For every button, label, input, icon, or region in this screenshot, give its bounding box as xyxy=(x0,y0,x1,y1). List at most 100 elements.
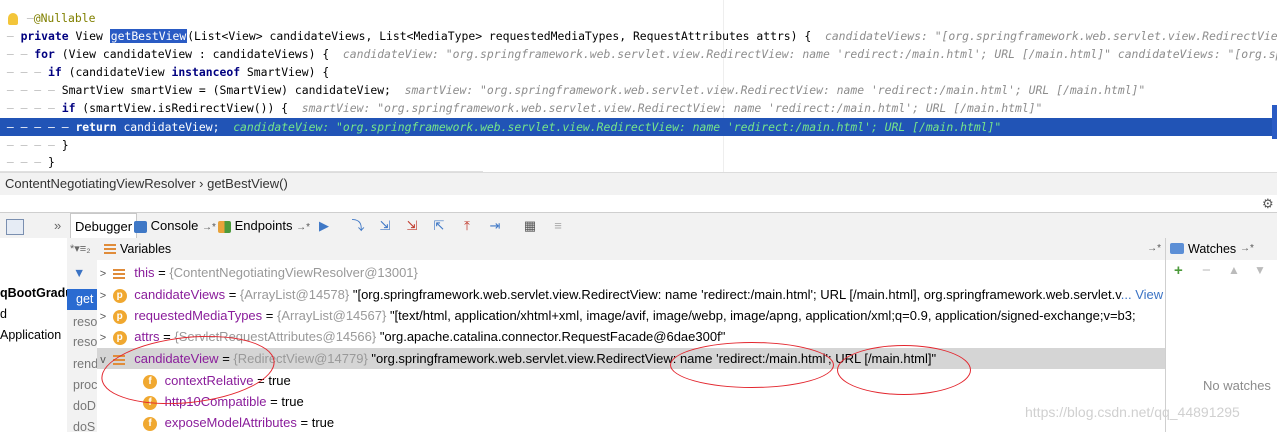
lightbulb-icon[interactable] xyxy=(8,12,18,25)
drop-frame-icon[interactable]: ⤒ xyxy=(459,218,475,234)
variable-value: "org.apache.catalina.connector.RequestFa… xyxy=(376,329,726,344)
variable-name: this xyxy=(134,265,155,280)
tab-console-label: Console xyxy=(150,218,199,233)
field-value: true xyxy=(268,373,291,388)
watches-icon xyxy=(1170,243,1184,254)
move-down-icon[interactable]: ▼ xyxy=(1254,263,1266,277)
view-link[interactable]: ... View xyxy=(1121,287,1163,302)
run-to-cursor-icon[interactable]: ⇥ xyxy=(487,218,503,234)
parameter-icon: p xyxy=(112,330,127,345)
expand-arrow-icon[interactable]: > xyxy=(97,286,109,307)
variable-row[interactable]: > p requestedMediaTypes = {ArrayList@145… xyxy=(97,305,1165,326)
spacer xyxy=(0,195,1277,212)
frame-item[interactable]: rend xyxy=(73,357,97,371)
watches-title: Watches xyxy=(1188,242,1237,256)
stack-frames: ▼ get reso reso rend proc doD doS xyxy=(67,260,97,432)
inline-debug-hint: candidateViews: "[org.springframework.we… xyxy=(824,29,1277,43)
frame-item[interactable]: reso xyxy=(73,335,97,349)
field-row[interactable]: f exposeModelAttributes = true xyxy=(97,412,1165,432)
frame-item[interactable]: Application xyxy=(0,328,61,342)
code-line-return-current: — — — — — return candidateView; candidat… xyxy=(0,118,1272,136)
inline-debug-hint: candidateView: "org.springframework.web.… xyxy=(233,120,1002,134)
step-into-icon[interactable]: ⇲ xyxy=(377,218,393,234)
frame-item[interactable]: proc xyxy=(73,378,97,392)
pin-icon[interactable]: →* xyxy=(202,222,216,233)
inline-debug-hint: smartView: "org.springframework.web.serv… xyxy=(404,83,1146,97)
endpoints-icon xyxy=(218,220,231,233)
equals: = xyxy=(262,308,277,323)
frame-item[interactable]: doD xyxy=(73,399,96,413)
move-up-icon[interactable]: ▲ xyxy=(1228,263,1240,277)
scrollbar-marker[interactable] xyxy=(1272,105,1277,139)
step-out-icon[interactable]: ⇱ xyxy=(431,218,447,234)
expand-arrow-icon[interactable]: > xyxy=(97,307,109,328)
evaluate-expression-icon[interactable]: ▦ xyxy=(522,218,538,234)
frame-item[interactable]: qBootGradu xyxy=(0,286,67,300)
params: (List<View> candidateViews, List<MediaTy… xyxy=(187,29,812,43)
pin-icon[interactable]: →* xyxy=(1240,238,1254,260)
chevron-more-icon[interactable]: » xyxy=(54,213,61,239)
code-line-cast: — — — — SmartView smartView = (SmartView… xyxy=(0,83,1146,97)
variable-type: {ArrayList@14567} xyxy=(277,308,387,323)
watermark-text: https://blog.csdn.net/qq_44891295 xyxy=(1025,404,1240,420)
expand-arrow-icon[interactable]: > xyxy=(97,264,109,285)
inline-debug-hint: candidateView: "org.springframework.web.… xyxy=(342,47,1277,61)
code-line-for: — — for (View candidateView : candidateV… xyxy=(0,45,1277,63)
code-text: (View candidateView : candidateViews) { xyxy=(54,47,330,61)
equals: = xyxy=(296,415,312,430)
tab-debugger-label: Debugger xyxy=(75,219,133,234)
code-editor[interactable]: —@Nullable — private View getBestView(Li… xyxy=(0,0,1277,172)
code-text: (smartView.isRedirectView()) { xyxy=(75,101,289,115)
variable-value: "[org.springframework.web.servlet.view.R… xyxy=(349,287,1121,302)
annotation-circle xyxy=(670,342,834,388)
frame-item[interactable]: doS xyxy=(73,420,95,432)
frame-item[interactable]: reso xyxy=(73,315,97,329)
code-text: SmartView smartView = (SmartView) candid… xyxy=(61,83,391,97)
tab-endpoints[interactable]: Endpoints →* xyxy=(218,213,310,239)
pin-icon[interactable]: →* xyxy=(296,222,310,233)
equals: = xyxy=(266,394,282,409)
breadcrumb[interactable]: ContentNegotiatingViewResolver › getBest… xyxy=(0,172,1277,195)
field-icon: f xyxy=(143,416,157,431)
trace-icon[interactable]: ≡ xyxy=(550,218,566,234)
variables-title: Variables xyxy=(120,242,172,256)
variable-value: "[text/html, application/xhtml+xml, imag… xyxy=(386,308,1136,323)
tab-debugger[interactable]: Debugger xyxy=(70,213,138,239)
gear-icon[interactable]: ⚙ xyxy=(1262,196,1274,212)
show-execution-point-icon[interactable]: ▶ xyxy=(316,218,332,234)
code-line-if-redirect: — — — — if (smartView.isRedirectView()) … xyxy=(0,101,1043,115)
watches-toolbar: + − ▲ ▼ xyxy=(1165,260,1277,284)
frames-dropdown-icon[interactable]: *▾≡₂ xyxy=(70,238,91,260)
code-line-close: — — — } xyxy=(0,155,55,169)
parameter-icon: p xyxy=(112,309,127,324)
tab-console[interactable]: Console →* xyxy=(134,213,216,239)
force-step-into-icon[interactable]: ⇲ xyxy=(404,218,420,234)
code-text: SmartView) { xyxy=(240,65,330,79)
equals: = xyxy=(154,265,170,280)
object-icon xyxy=(112,268,125,279)
filter-icon[interactable]: ▼ xyxy=(73,266,85,280)
variable-row[interactable]: > this = {ContentNegotiatingViewResolver… xyxy=(97,262,1165,283)
keyword: if xyxy=(61,101,76,115)
field-row[interactable]: f http10Compatible = true xyxy=(97,391,1165,412)
code-text: candidateView; xyxy=(116,120,220,134)
annotation-text: @Nullable xyxy=(33,11,96,25)
frame-item[interactable]: d xyxy=(0,307,7,321)
debug-toolbar: » Debugger Console →* Endpoints →* ▶ ⤵ ⇲… xyxy=(0,212,1277,240)
annotation-circle xyxy=(837,345,971,395)
add-watch-icon[interactable]: + xyxy=(1174,262,1183,279)
variable-type: {ArrayList@14578} xyxy=(239,287,350,302)
remove-watch-icon[interactable]: − xyxy=(1202,262,1211,279)
frames-panel: qBootGradu d Application xyxy=(0,238,68,432)
expand-arrow-icon[interactable]: > xyxy=(97,328,109,349)
breadcrumb-text[interactable]: ContentNegotiatingViewResolver › getBest… xyxy=(0,176,288,191)
code-line-if-instanceof: — — — if (candidateView instanceof Smart… xyxy=(0,65,330,79)
variable-type: {ContentNegotiatingViewResolver@13001} xyxy=(169,265,418,280)
restore-layout-icon[interactable] xyxy=(6,213,24,239)
field-value: true xyxy=(311,415,335,430)
step-over-icon[interactable]: ⤵ xyxy=(350,218,366,234)
variables-header: *▾≡₂ Variables →* xyxy=(67,238,1165,261)
frame-item-selected[interactable]: get xyxy=(67,289,97,310)
pin-icon[interactable]: →* xyxy=(1147,238,1161,260)
variable-row[interactable]: > p candidateViews = {ArrayList@14578} "… xyxy=(97,284,1165,305)
